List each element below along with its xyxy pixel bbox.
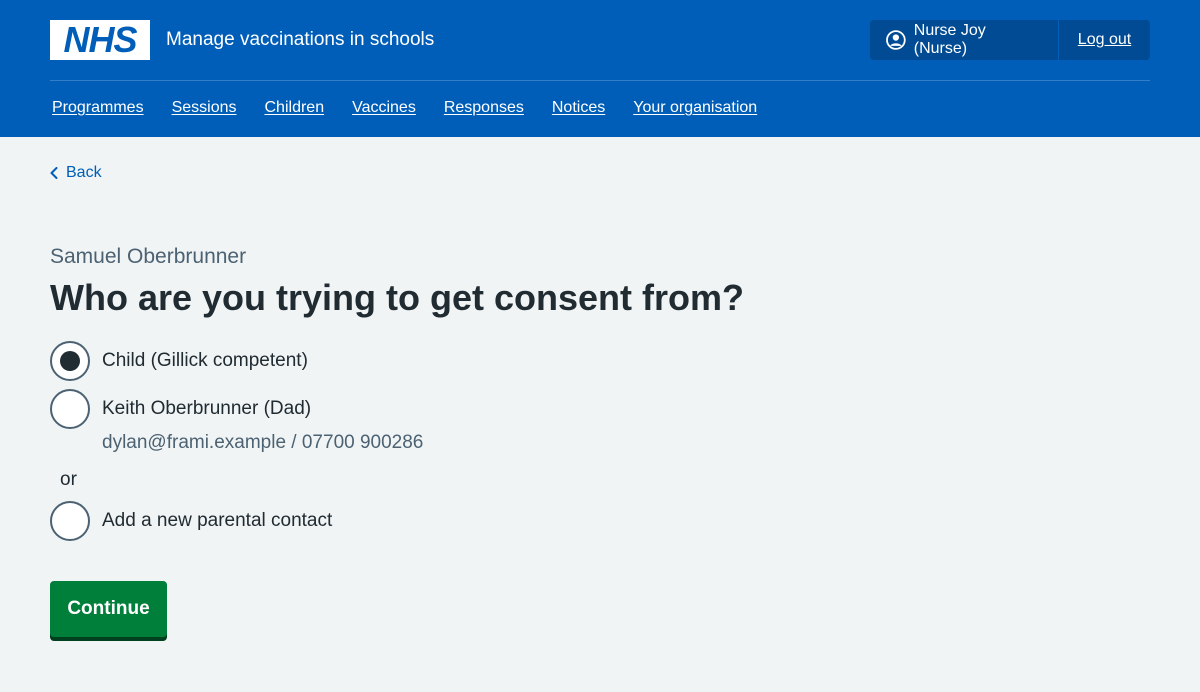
radio-button[interactable]: [50, 501, 90, 541]
account-menu: Nurse Joy (Nurse) Log out: [870, 20, 1150, 60]
account-user: Nurse Joy (Nurse): [870, 20, 1059, 60]
radio-button[interactable]: [50, 389, 90, 429]
page-title: Who are you trying to get consent from?: [50, 277, 745, 318]
radio-option-child[interactable]: Child (Gillick competent): [50, 341, 308, 381]
logout-link[interactable]: Log out: [1059, 20, 1150, 60]
radio-option-parent[interactable]: Keith Oberbrunner (Dad): [50, 389, 311, 429]
radio-button[interactable]: [50, 341, 90, 381]
chevron-left-icon: [50, 167, 58, 179]
nhs-logo-text: NHS: [63, 19, 137, 60]
nav-item-children[interactable]: Children: [265, 99, 325, 117]
radio-selected-dot: [60, 351, 80, 371]
service-name[interactable]: Manage vaccinations in schools: [166, 28, 434, 52]
nhs-logo[interactable]: NHS: [50, 20, 150, 60]
user-icon: [886, 30, 906, 50]
header-divider: [50, 80, 1150, 81]
radio-label[interactable]: Add a new parental contact: [102, 510, 332, 532]
radio-option-new-contact[interactable]: Add a new parental contact: [50, 501, 332, 541]
parent-contact-hint: dylan@frami.example / 07700 900286: [102, 432, 424, 453]
or-divider: or: [60, 469, 77, 490]
patient-name-caption: Samuel Oberbrunner: [50, 245, 247, 268]
back-link-label: Back: [66, 164, 102, 181]
back-link[interactable]: Back: [50, 164, 102, 182]
nav-item-your-organisation[interactable]: Your organisation: [633, 99, 757, 117]
account-user-name: Nurse Joy (Nurse): [913, 22, 986, 57]
nav-item-sessions[interactable]: Sessions: [172, 99, 237, 117]
primary-navigation: Programmes Sessions Children Vaccines Re…: [52, 99, 757, 117]
radio-label[interactable]: Child (Gillick competent): [102, 350, 308, 372]
nav-item-vaccines[interactable]: Vaccines: [352, 99, 416, 117]
nav-item-programmes[interactable]: Programmes: [52, 99, 144, 117]
nav-item-notices[interactable]: Notices: [552, 99, 605, 117]
radio-label[interactable]: Keith Oberbrunner (Dad): [102, 398, 311, 420]
continue-button[interactable]: Continue: [50, 581, 167, 637]
nav-item-responses[interactable]: Responses: [444, 99, 524, 117]
site-header: NHS Manage vaccinations in schools Nurse…: [0, 0, 1200, 137]
